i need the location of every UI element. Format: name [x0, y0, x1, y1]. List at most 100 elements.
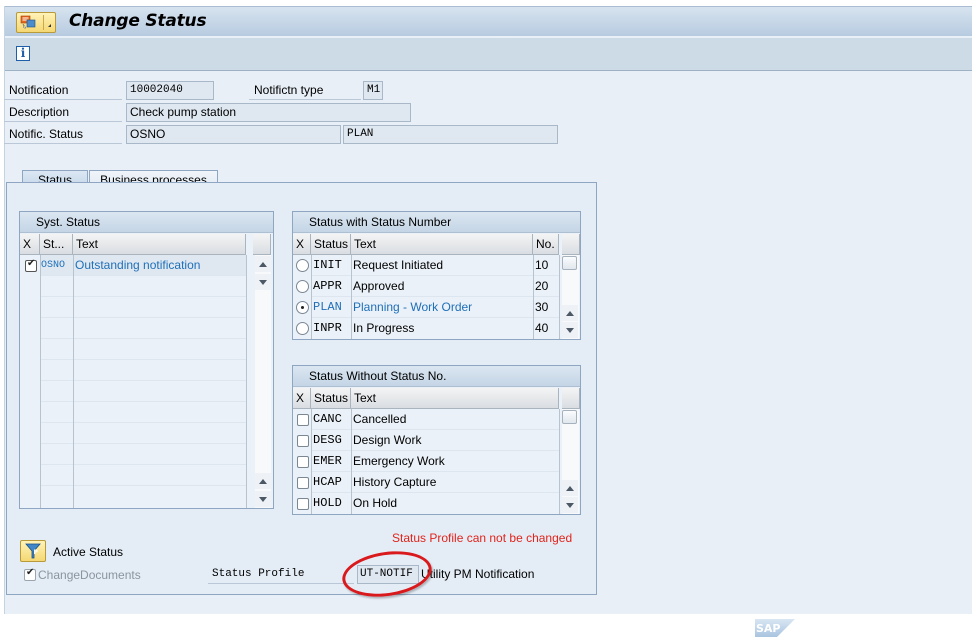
column-settings-button[interactable] — [562, 234, 580, 255]
status-text: Emergency Work — [353, 454, 445, 468]
notif-type-label: Notifictn type — [249, 80, 361, 100]
scroll-up-button[interactable] — [562, 305, 578, 321]
empty-row — [40, 276, 246, 297]
status-code: EMER — [313, 454, 342, 468]
active-status-label: Active Status — [53, 545, 124, 559]
status-radio-appr[interactable] — [296, 280, 309, 293]
empty-row — [40, 402, 246, 423]
change-documents-label: ChangeDocuments — [38, 568, 141, 582]
column-divider — [311, 409, 312, 514]
status-profile-error-message: Status Profile can not be changed — [392, 531, 573, 545]
notif-status-field-user: PLAN — [343, 125, 558, 144]
status-code: OSNO — [41, 260, 66, 271]
table-row[interactable]: CANC Cancelled — [311, 409, 559, 430]
status-text: Design Work — [353, 433, 422, 447]
col-header-text[interactable]: Text — [351, 234, 533, 255]
filter-icon: P — [25, 543, 41, 559]
info-icon[interactable]: i — [16, 46, 30, 61]
status-profile-label: Status Profile — [208, 564, 354, 584]
notification-label: Notification — [4, 80, 122, 100]
status-with-number-title: Status with Status Number — [293, 212, 580, 233]
status-code: INPR — [313, 321, 342, 335]
status-text: In Progress — [353, 321, 415, 335]
empty-row — [40, 486, 246, 507]
notif-status-label: Notific. Status — [4, 124, 122, 144]
system-menu-button[interactable] — [16, 12, 56, 33]
description-field[interactable]: Check pump station — [126, 103, 411, 122]
status-code: DESG — [313, 433, 342, 447]
sap-logo-text: SAP — [756, 622, 781, 635]
col-header-text[interactable]: Text — [351, 388, 559, 409]
vertical-scrollbar[interactable] — [255, 255, 271, 508]
status-profile-field: UT-NOTIF — [357, 565, 419, 584]
active-status-button[interactable]: P — [20, 540, 46, 562]
sap-logo: SAP — [755, 619, 795, 637]
vertical-scrollbar[interactable] — [562, 255, 579, 339]
col-header-status[interactable]: St... — [40, 234, 73, 255]
column-divider — [559, 409, 560, 514]
title-bar: Change Status — [5, 6, 972, 37]
status-checkbox-osno[interactable] — [25, 258, 37, 272]
column-settings-button[interactable] — [562, 388, 580, 409]
status-number: 20 — [535, 279, 549, 293]
column-settings-button[interactable] — [253, 234, 271, 255]
scroll-down-button[interactable] — [562, 497, 578, 513]
col-header-x[interactable]: X — [293, 388, 311, 409]
table-row[interactable]: PLAN Planning - Work Order 30 — [311, 297, 559, 318]
column-divider — [40, 255, 41, 508]
change-documents-option[interactable]: ChangeDocuments — [24, 567, 141, 582]
col-header-x[interactable]: X — [20, 234, 40, 255]
menu-button-separator — [43, 15, 44, 30]
column-divider — [311, 255, 312, 339]
status-text: Approved — [353, 279, 405, 293]
scroll-up-button[interactable] — [562, 480, 578, 496]
empty-row — [40, 444, 246, 465]
status-checkbox-canc[interactable] — [297, 414, 309, 426]
table-row[interactable]: EMER Emergency Work — [311, 451, 559, 472]
status-checkbox-hcap[interactable] — [297, 477, 309, 489]
column-divider — [351, 255, 352, 339]
col-header-number[interactable]: No. — [533, 234, 559, 255]
empty-row — [40, 381, 246, 402]
status-radio-plan[interactable] — [296, 301, 309, 314]
page-up-button[interactable] — [255, 473, 271, 489]
page-down-button[interactable] — [255, 491, 271, 507]
status-text: Planning - Work Order — [353, 300, 473, 314]
table-row[interactable]: HCAP History Capture — [311, 472, 559, 493]
col-header-status[interactable]: Status — [311, 234, 351, 255]
table-row[interactable]: HOLD On Hold — [311, 493, 559, 514]
table-row[interactable]: INIT Request Initiated 10 — [311, 255, 559, 276]
status-profile-description: Utility PM Notification — [421, 567, 535, 581]
column-divider — [246, 255, 247, 508]
change-documents-checkbox[interactable] — [24, 567, 36, 581]
scroll-down-button[interactable] — [562, 322, 578, 338]
scroll-up-button[interactable] — [255, 256, 271, 272]
empty-row — [40, 297, 246, 318]
table-row[interactable]: APPR Approved 20 — [311, 276, 559, 297]
col-header-text[interactable]: Text — [73, 234, 246, 255]
notification-field[interactable]: 10002040 — [126, 81, 214, 100]
scroll-thumb[interactable] — [562, 410, 577, 424]
status-checkbox-emer[interactable] — [297, 456, 309, 468]
scroll-thumb[interactable] — [562, 256, 577, 270]
status-radio-init[interactable] — [296, 259, 309, 272]
column-divider — [533, 255, 534, 339]
status-number: 40 — [535, 321, 549, 335]
table-row[interactable]: INPR In Progress 40 — [311, 318, 559, 339]
col-header-status[interactable]: Status — [311, 388, 351, 409]
table-row[interactable]: DESG Design Work — [311, 430, 559, 451]
empty-row — [40, 423, 246, 444]
empty-row — [40, 465, 246, 486]
system-status-table: Syst. Status X St... Text OSNO Outstandi… — [19, 211, 274, 509]
status-checkbox-desg[interactable] — [297, 435, 309, 447]
status-checkbox-hold[interactable] — [297, 498, 309, 510]
status-number: 30 — [535, 300, 549, 314]
col-header-x[interactable]: X — [293, 234, 311, 255]
vertical-scrollbar[interactable] — [562, 409, 579, 514]
status-text: Outstanding notification — [75, 258, 201, 272]
notif-type-field[interactable]: M1 — [363, 81, 383, 100]
table-row[interactable]: OSNO Outstanding notification — [40, 255, 246, 276]
status-radio-inpr[interactable] — [296, 322, 309, 335]
status-code: PLAN — [313, 300, 342, 314]
scroll-down-button[interactable] — [255, 274, 271, 290]
